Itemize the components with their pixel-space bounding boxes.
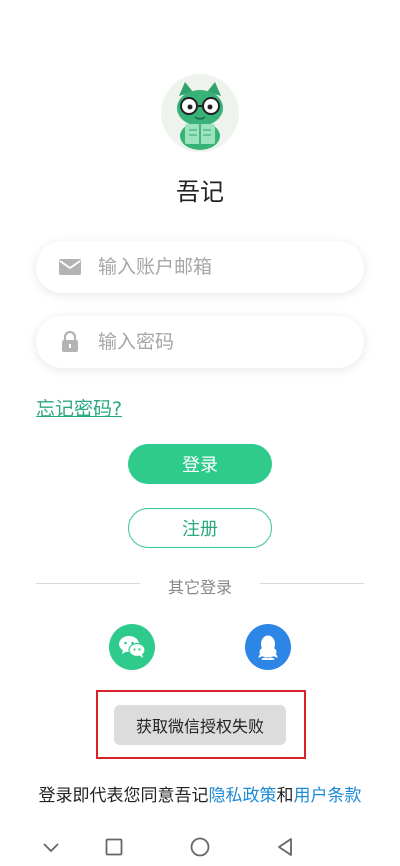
- cat-mascot-icon: [177, 82, 223, 150]
- square-icon: [105, 838, 123, 856]
- wechat-login-button[interactable]: [109, 624, 155, 670]
- user-terms-link[interactable]: 用户条款: [294, 786, 362, 806]
- nav-back-button[interactable]: [270, 832, 300, 862]
- email-field[interactable]: [36, 241, 364, 293]
- toast-message: 获取微信授权失败: [114, 705, 286, 745]
- register-button[interactable]: 注册: [128, 508, 272, 548]
- email-input[interactable]: [98, 256, 328, 278]
- agreement-text: 登录即代表您同意吾记隐私政策和用户条款: [0, 781, 400, 806]
- app-name: 吾记: [176, 178, 224, 206]
- password-input[interactable]: [98, 331, 328, 353]
- agreement-conjunction: 和: [276, 786, 294, 806]
- nav-recent-apps-button[interactable]: [99, 832, 129, 862]
- system-navigation-bar: [0, 828, 400, 866]
- circle-icon: [190, 837, 210, 857]
- privacy-policy-link[interactable]: 隐私政策: [209, 786, 277, 806]
- password-field[interactable]: [36, 316, 364, 368]
- qq-icon: [258, 635, 278, 660]
- divider-right: [260, 583, 364, 584]
- lock-icon: [58, 330, 82, 354]
- nav-home-button[interactable]: [185, 832, 215, 862]
- login-button[interactable]: 登录: [128, 444, 272, 484]
- wechat-icon: [119, 636, 146, 658]
- mail-icon: [58, 255, 82, 279]
- nav-hide-keyboard-button[interactable]: [36, 832, 66, 862]
- triangle-back-icon: [278, 838, 292, 856]
- chevron-down-icon: [43, 843, 59, 853]
- forgot-password-link[interactable]: 忘记密码?: [36, 394, 122, 421]
- app-logo: [161, 74, 239, 152]
- qq-login-button[interactable]: [245, 624, 291, 670]
- other-login-label: 其它登录: [167, 578, 232, 597]
- agreement-prefix: 登录即代表您同意吾记: [38, 786, 209, 806]
